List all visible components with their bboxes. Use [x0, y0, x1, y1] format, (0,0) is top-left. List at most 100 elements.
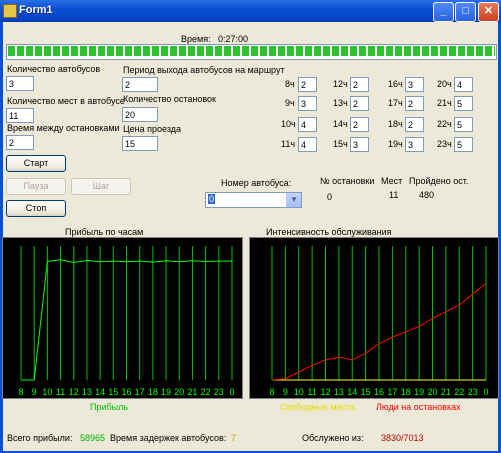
hour-input[interactable]: 5 — [454, 117, 473, 132]
chevron-down-icon[interactable]: ▼ — [286, 193, 301, 207]
profit-total-value: 58965 — [80, 433, 106, 443]
pause-button[interactable]: Пауза — [6, 178, 66, 195]
hour-label: 10ч — [281, 119, 296, 129]
x-tick-label: 14 — [95, 387, 105, 397]
price-label: Цена проезда — [123, 124, 182, 134]
seats-value: 11 — [389, 190, 399, 200]
passed-header: Пройдено ост. — [409, 176, 469, 186]
period-input[interactable]: 2 — [122, 77, 158, 92]
buses-input[interactable]: 3 — [6, 76, 34, 91]
x-tick-label: 9 — [283, 387, 288, 397]
buses-label: Количество автобусов — [7, 64, 101, 74]
served-label: Обслужено из: — [302, 433, 364, 443]
stops-label: Количество остановок — [123, 94, 216, 104]
x-tick-label: 17 — [135, 387, 145, 397]
hour-input[interactable]: 5 — [454, 137, 473, 152]
x-tick-label: 19 — [161, 387, 171, 397]
hour-input[interactable]: 3 — [298, 96, 317, 111]
stops-input[interactable]: 20 — [122, 107, 158, 122]
hour-input[interactable]: 3 — [405, 137, 424, 152]
x-tick-label: 8 — [18, 387, 23, 397]
x-tick-label: 16 — [121, 387, 131, 397]
x-tick-label: 18 — [401, 387, 411, 397]
progress-fill — [8, 46, 495, 56]
delay-label: Время задержек автобусов: — [110, 433, 227, 443]
x-tick-label: 14 — [347, 387, 357, 397]
x-tick-label: 20 — [427, 387, 437, 397]
hour-label: 11ч — [281, 139, 296, 149]
hour-label: 16ч — [388, 79, 403, 89]
bus-number-value: 0 — [208, 194, 216, 204]
x-tick-label: 13 — [334, 387, 344, 397]
step-button[interactable]: Шаг — [71, 178, 131, 195]
hour-input[interactable]: 5 — [454, 96, 473, 111]
hour-label: 15ч — [333, 139, 348, 149]
maximize-button[interactable]: □ — [455, 2, 476, 22]
bus-number-label: Номер автобуса: — [221, 178, 292, 188]
hour-label: 8ч — [285, 79, 295, 89]
passed-value: 480 — [419, 190, 435, 200]
x-tick-label: 0 — [483, 387, 488, 397]
x-tick-label: 22 — [201, 387, 211, 397]
x-tick-label: 0 — [229, 387, 234, 397]
hour-input[interactable]: 4 — [298, 137, 317, 152]
hour-input[interactable]: 4 — [298, 117, 317, 132]
service-chart: 8 9 10 11 12 13 14 15 16 17 18 19 20 21 22 23 0 — [249, 237, 499, 399]
hour-input[interactable]: 4 — [454, 77, 473, 92]
x-tick-label: 22 — [454, 387, 464, 397]
hour-input[interactable]: 3 — [405, 77, 424, 92]
hour-label: 13ч — [333, 98, 348, 108]
free-seats-legend: Свободные места — [280, 402, 356, 412]
served-value: 3830/7013 — [381, 433, 424, 443]
hour-label: 23ч — [437, 139, 452, 149]
x-tick-label: 20 — [174, 387, 184, 397]
time-value: 0:27:00 — [218, 34, 249, 44]
delay-value: 7 — [231, 433, 237, 443]
stop-number-value: 0 — [327, 192, 333, 202]
service-chart-title: Интенсивность обслуживания — [266, 227, 392, 237]
hour-input[interactable]: 2 — [405, 117, 424, 132]
app-icon — [3, 4, 17, 18]
hour-label: 17ч — [388, 98, 403, 108]
bus-number-select[interactable]: 0 ▼ — [205, 192, 302, 208]
hour-label: 21ч — [437, 98, 452, 108]
x-tick-label: 11 — [307, 387, 316, 397]
between-input[interactable]: 2 — [6, 135, 34, 150]
hour-label: 18ч — [388, 119, 403, 129]
x-tick-label: 10 — [294, 387, 304, 397]
stop-button[interactable]: Стоп — [6, 200, 66, 217]
between-label: Время между остановками — [7, 123, 120, 133]
hour-input[interactable]: 2 — [350, 117, 369, 132]
window-title: Form1 — [19, 4, 53, 16]
price-input[interactable]: 15 — [122, 136, 158, 151]
hour-label: 12ч — [333, 79, 348, 89]
hour-input[interactable]: 2 — [405, 96, 424, 111]
x-tick-label: 16 — [374, 387, 384, 397]
x-tick-label: 12 — [320, 387, 330, 397]
x-tick-label: 15 — [108, 387, 118, 397]
hour-label: 14ч — [333, 119, 348, 129]
seats-input[interactable]: 11 — [6, 108, 34, 123]
minimize-button[interactable]: _ — [433, 2, 454, 22]
x-tick-label: 10 — [42, 387, 52, 397]
profit-chart: 8 9 10 11 12 13 14 15 16 17 18 19 20 21 22 23 0 — [2, 237, 243, 399]
close-button[interactable]: ✕ — [478, 2, 499, 22]
hour-input[interactable]: 2 — [350, 96, 369, 111]
x-tick-label: 15 — [361, 387, 371, 397]
profit-chart-title: Прибыль по часам — [65, 227, 144, 237]
stop-number-header: № остановки — [320, 176, 375, 186]
time-progress-bar — [6, 44, 497, 60]
seats-header: Мест — [381, 176, 403, 186]
x-tick-label: 19 — [414, 387, 424, 397]
x-tick-label: 13 — [82, 387, 92, 397]
hour-input[interactable]: 3 — [350, 137, 369, 152]
hour-label: 20ч — [437, 79, 452, 89]
hour-input[interactable]: 2 — [298, 77, 317, 92]
x-tick-label: 23 — [214, 387, 224, 397]
profit-total-label: Всего прибыли: — [7, 433, 73, 443]
start-button[interactable]: Старт — [6, 155, 66, 172]
period-label: Период выхода автобусов на маршрут — [123, 65, 285, 75]
x-tick-label: 17 — [387, 387, 397, 397]
hour-input[interactable]: 2 — [350, 77, 369, 92]
profit-legend: Прибыль — [90, 402, 129, 412]
